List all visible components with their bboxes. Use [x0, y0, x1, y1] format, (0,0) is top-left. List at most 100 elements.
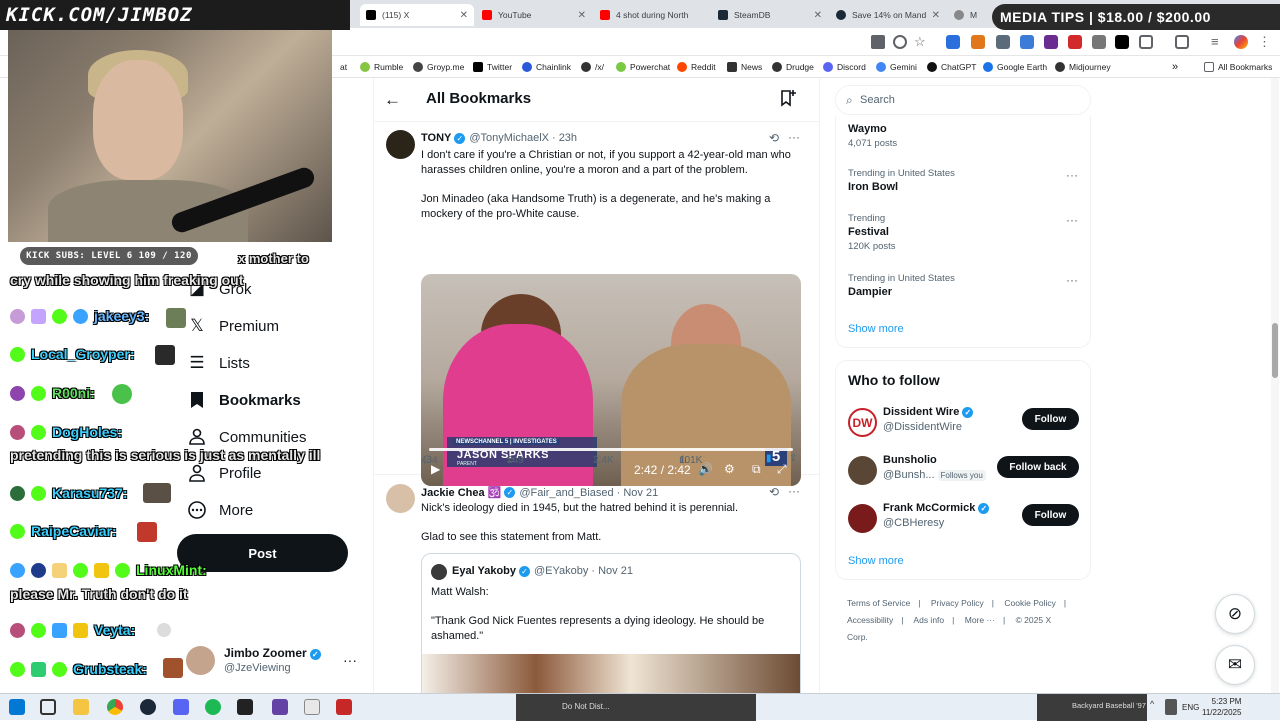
bookmark-google-earth[interactable]: Google Earth — [983, 60, 1047, 74]
account-switcher[interactable]: Jimbo Zoomer ✓ @JzeViewing ··· — [186, 640, 362, 684]
tab-x[interactable]: (115) X ✕ — [360, 4, 474, 26]
network-icon[interactable] — [1165, 699, 1177, 715]
footer-link[interactable]: Ads info — [913, 615, 944, 625]
more-dots-icon[interactable]: ··· — [1066, 273, 1078, 287]
bookmark-midjourney[interactable]: Midjourney — [1055, 60, 1111, 74]
author-name[interactable]: TONY — [421, 132, 451, 144]
bookmark-reddit[interactable]: Reddit — [677, 60, 716, 74]
bookmark-drudge[interactable]: Drudge — [772, 60, 814, 74]
show-more-link[interactable]: Show more — [848, 555, 904, 567]
extension-icon[interactable] — [1020, 35, 1034, 49]
bookmarked-icon[interactable]: ▮ — [766, 453, 772, 464]
avatar[interactable] — [848, 456, 877, 485]
tweet[interactable]: TONY ✓ @TonyMichaelX · 23h ⟲ ··· I don't… — [374, 122, 819, 486]
scrollbar-thumb[interactable] — [1272, 323, 1278, 378]
task-view-icon[interactable] — [40, 699, 56, 715]
trend-item[interactable]: Trending Festival 120K posts ··· — [848, 213, 1078, 252]
grok-fab-button[interactable]: ⊘ — [1215, 594, 1255, 634]
author-handle[interactable]: @TonyMichaelX — [469, 132, 549, 144]
bookmark-twitter[interactable]: Twitter — [473, 60, 512, 74]
page-scrollbar[interactable] — [1271, 78, 1279, 693]
author-handle[interactable]: @Fair_and_Biased — [519, 487, 613, 499]
footer-link[interactable]: Privacy Policy — [931, 598, 984, 608]
footer-link[interactable]: More ··· — [965, 615, 995, 625]
bookmark-chainlink[interactable]: Chainlink — [522, 60, 571, 74]
close-tab-icon[interactable]: ✕ — [932, 10, 940, 21]
bookmark-discord[interactable]: Discord — [823, 60, 866, 74]
footer-link[interactable]: Cookie Policy — [1004, 598, 1056, 608]
app-icon[interactable] — [272, 699, 288, 715]
metamask-extension-icon[interactable] — [971, 35, 985, 49]
share-icon[interactable]: ⇪ — [789, 453, 797, 464]
more-dots-icon[interactable]: ··· — [788, 130, 800, 144]
author-name[interactable]: Jackie Chea — [421, 487, 485, 499]
close-tab-icon[interactable]: ✕ — [460, 10, 468, 21]
browser-menu-icon[interactable]: ⋮ — [1258, 35, 1272, 49]
shield-extension-icon[interactable] — [996, 35, 1010, 49]
avatar[interactable] — [386, 484, 415, 513]
tab-steamdb[interactable]: SteamDB ✕ — [712, 4, 828, 26]
zoom-icon[interactable] — [893, 35, 907, 49]
all-bookmarks-button[interactable]: All Bookmarks — [1204, 60, 1272, 74]
more-dots-icon[interactable]: ··· — [1066, 168, 1078, 182]
sidebar-toggle-icon[interactable] — [1175, 35, 1189, 49]
taskbar-window-thumbnail[interactable]: Do Not Dist... — [516, 694, 756, 721]
avatar[interactable] — [848, 504, 877, 533]
avatar[interactable]: DW — [848, 408, 877, 437]
trend-item[interactable]: Trending in United States Dampier ··· — [848, 273, 1078, 298]
extensions-puzzle-icon[interactable] — [1139, 35, 1153, 49]
close-tab-icon[interactable]: ✕ — [578, 10, 586, 21]
clock[interactable]: 5:23 PM 11/22/2025 — [1202, 696, 1241, 718]
extension-icon[interactable] — [1044, 35, 1058, 49]
grok-explain-icon[interactable]: ⟲ — [769, 485, 779, 499]
nav-lists[interactable]: ☰ Lists — [187, 350, 249, 376]
trend-item[interactable]: Trending in United States Iron Bowl ··· — [848, 168, 1078, 193]
footer-link[interactable]: Terms of Service — [847, 598, 910, 608]
nav-more[interactable]: More — [187, 497, 253, 523]
close-tab-icon[interactable]: ✕ — [814, 10, 822, 21]
follow-back-button[interactable]: Follow back — [997, 456, 1079, 478]
back-arrow-icon[interactable]: ← — [384, 90, 401, 110]
x-extension-icon[interactable] — [1115, 35, 1129, 49]
bookmarks-overflow-button[interactable]: » — [1172, 60, 1178, 74]
bookmark-chatgpt[interactable]: ChatGPT — [927, 60, 976, 74]
add-bookmark-folder-icon[interactable] — [779, 89, 797, 112]
terminal-icon[interactable] — [237, 699, 253, 715]
bookmark-gemini[interactable]: Gemini — [876, 60, 917, 74]
tray-overflow-icon[interactable]: ^ — [1150, 699, 1160, 715]
follow-suggestion[interactable]: Bunsholio @Bunsh... Follows you Follow ba… — [848, 454, 1088, 490]
bookmark-x-board[interactable]: /x/ — [581, 60, 604, 74]
downloads-icon[interactable]: ≡ — [1211, 35, 1225, 49]
more-dots-icon[interactable]: ··· — [1066, 213, 1078, 227]
bookmark-groyp[interactable]: Groyp.me — [413, 60, 464, 74]
follow-suggestion[interactable]: Frank McCormick ✓ @CBHeresy Follow — [848, 502, 1088, 538]
install-app-icon[interactable] — [871, 35, 885, 49]
follow-button[interactable]: Follow — [1022, 408, 1079, 430]
nav-profile[interactable]: Profile — [187, 460, 262, 486]
bookmark-powerchat[interactable]: Powerchat — [616, 60, 670, 74]
taskbar-window-thumbnail[interactable]: Backyard Baseball '97 — [1037, 694, 1147, 721]
app-icon[interactable] — [336, 699, 352, 715]
app-icon[interactable] — [304, 699, 320, 715]
profile-avatar-icon[interactable] — [1234, 35, 1248, 49]
tweet-time[interactable]: Nov 21 — [623, 487, 658, 499]
show-more-link[interactable]: Show more — [848, 323, 904, 335]
footer-link[interactable]: Accessibility — [847, 615, 893, 625]
tweet-time[interactable]: 23h — [559, 132, 577, 144]
trend-item[interactable]: Waymo 4,071 posts — [848, 121, 1078, 149]
extension-icon[interactable] — [1092, 35, 1106, 49]
more-dots-icon[interactable]: ··· — [788, 484, 800, 498]
follow-suggestion[interactable]: DW Dissident Wire ✓ @DissidentWire Follow — [848, 406, 1088, 442]
spotify-icon[interactable] — [205, 699, 221, 715]
follow-button[interactable]: Follow — [1022, 504, 1079, 526]
chrome-icon[interactable] — [107, 699, 123, 715]
discord-icon[interactable] — [173, 699, 189, 715]
messages-fab-button[interactable]: ✉ — [1215, 645, 1255, 685]
quoted-tweet[interactable]: Eyal Yakoby ✓ @EYakoby · Nov 21 Matt Wal… — [421, 553, 801, 693]
quote-media-image[interactable] — [422, 654, 800, 693]
extension-icon[interactable] — [946, 35, 960, 49]
steam-icon[interactable] — [140, 699, 156, 715]
start-windows-icon[interactable] — [9, 699, 25, 715]
bookmark-rumble[interactable]: Rumble — [360, 60, 403, 74]
language-indicator[interactable]: ENG — [1182, 703, 1199, 712]
